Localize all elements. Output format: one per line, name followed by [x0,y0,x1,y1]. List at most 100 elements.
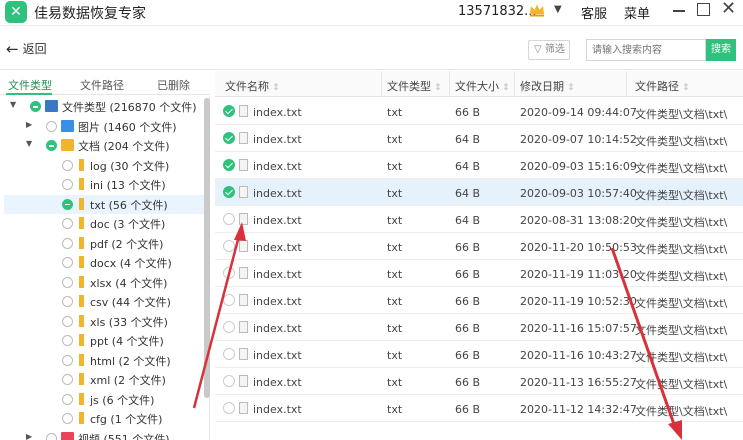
table-row[interactable]: index.txt txt 66 B 2020-09-14 09:44:07 文件类型\… [215,98,743,125]
table-row[interactable]: index.txt txt 66 B 2020-11-16 10:43:27 文件类型\… [215,341,743,368]
tree-item-checkbox[interactable] [62,393,73,405]
tree-item[interactable]: docx (4 个文件) [4,253,204,272]
tree-item-checkbox[interactable] [62,374,73,385]
table-row[interactable]: index.txt txt 66 B 2020-11-12 14:32:47 文件类型\… [215,395,743,422]
tree-item[interactable]: xls (33 个文件) [4,312,204,331]
tree-item-checkbox[interactable] [62,335,73,346]
cell-modified-date: 2020-09-03 15:16:09 [520,160,637,173]
tab-deleted[interactable]: 已删除 [157,77,190,93]
tree-item-checkbox[interactable] [62,315,73,327]
sort-icon[interactable]: ⇕ [434,83,442,93]
tree-item[interactable]: ini (13 个文件) [4,175,204,194]
row-checkbox[interactable] [223,294,235,306]
row-checkbox[interactable] [223,105,235,117]
sort-icon[interactable]: ⇕ [272,83,280,93]
maximize-icon[interactable] [697,3,710,16]
sort-icon[interactable]: ⇕ [567,83,575,93]
table-row[interactable]: index.txt txt 64 B 2020-09-03 10:57:40 文件类型\… [215,179,743,206]
table-row[interactable]: index.txt txt 64 B 2020-09-07 10:14:52 文件类型\… [215,125,743,152]
expanded-chevron-icon[interactable]: ▼ [10,100,20,109]
tree-item[interactable]: log (30 个文件) [4,156,204,175]
back-button[interactable]: ← 返回 [6,40,47,58]
table-row[interactable]: index.txt txt 66 B 2020-11-16 15:07:57 文件类型\… [215,314,743,341]
col-header-path[interactable]: 文件路径 ⇕ [635,78,690,94]
text-file-icon [239,267,248,279]
table-row[interactable]: index.txt txt 64 B 2020-08-31 13:08:20 文件类型\… [215,206,743,233]
tree-scrollbar[interactable] [204,98,210,398]
col-header-name[interactable]: 文件名称 ⇕ [225,78,280,94]
app-logo-icon: ✕ [5,1,27,23]
row-checkbox[interactable] [223,267,235,279]
row-checkbox[interactable] [223,375,235,387]
row-checkbox[interactable] [223,402,235,414]
tree-item[interactable]: pdf (2 个文件) [4,234,204,253]
column-divider[interactable] [514,71,515,97]
support-button[interactable]: 客服 [581,3,607,22]
col-header-size[interactable]: 文件大小 ⇕ [455,78,510,94]
tree-item[interactable]: xlsx (4 个文件) [4,273,204,292]
tree-item-checkbox[interactable] [62,296,73,307]
col-header-date[interactable]: 修改日期 ⇕ [520,78,575,94]
search-input[interactable] [586,39,706,61]
table-row[interactable]: index.txt txt 66 B 2020-11-13 16:55:27 文件类型\… [215,368,743,395]
tree-item[interactable]: ▶ 图片 (1460 个文件) [4,117,204,136]
tree-item-checkbox[interactable] [46,120,57,132]
menu-button[interactable]: 菜单 [624,3,650,22]
tree-item-checkbox[interactable] [62,237,73,249]
row-checkbox[interactable] [223,186,235,198]
minimize-icon[interactable] [671,0,687,20]
tree-item[interactable]: doc (3 个文件) [4,214,204,233]
tree-item-checkbox[interactable] [62,159,73,171]
tree-item[interactable]: html (2 个文件) [4,351,204,370]
account-phone[interactable]: 13571832... [458,4,537,19]
column-divider[interactable] [381,71,382,97]
tree-item-label: 文件类型 (216870 个文件) [62,101,197,114]
col-header-type[interactable]: 文件类型 ⇕ [387,78,442,94]
tree-item-checkbox[interactable] [62,218,73,229]
column-divider[interactable] [626,71,627,97]
tree-item[interactable]: ▶ 视频 (551 个文件) [4,429,204,440]
table-row[interactable]: index.txt txt 66 B 2020-11-20 10:50:53 文件类型\… [215,233,743,260]
tree-item-checkbox[interactable] [62,354,73,366]
collapsed-chevron-icon[interactable]: ▶ [26,432,36,440]
tab-file-path[interactable]: 文件路径 [80,77,124,93]
folder-icon [79,353,84,366]
tree-item-checkbox[interactable] [62,198,73,210]
tree-item[interactable]: xml (2 个文件) [4,370,204,389]
table-row[interactable]: index.txt txt 64 B 2020-09-03 15:16:09 文件类型\… [215,152,743,179]
tree-item-checkbox[interactable] [30,101,41,112]
tree-item[interactable]: cfg (1 个文件) [4,409,204,428]
tree-item[interactable]: csv (44 个文件) [4,292,204,311]
tree-item[interactable]: ▼ 文档 (204 个文件) [4,136,204,155]
table-row[interactable]: index.txt txt 66 B 2020-11-19 10:52:30 文件类型\… [215,287,743,314]
tree-item-checkbox[interactable] [46,140,57,151]
column-divider[interactable] [449,71,450,97]
row-checkbox[interactable] [223,159,235,171]
row-checkbox[interactable] [223,132,235,144]
cell-file-size: 66 B [455,376,481,389]
tree-item-checkbox[interactable] [62,179,73,190]
table-row[interactable]: index.txt txt 66 B 2020-11-19 11:03:20 文件类型\… [215,260,743,287]
row-checkbox[interactable] [223,321,235,333]
tree-item[interactable]: ▼ 文件类型 (216870 个文件) [4,97,204,116]
expanded-chevron-icon[interactable]: ▼ [26,139,36,148]
tree-item-checkbox[interactable] [62,276,73,288]
tree-item[interactable]: txt (56 个文件) [4,194,204,214]
tab-file-type[interactable]: 文件类型 [8,77,52,93]
tree-item-checkbox[interactable] [46,432,57,440]
cell-file-name: index.txt [253,133,302,146]
filter-button[interactable]: ▽ 筛选 [528,40,570,60]
sort-icon[interactable]: ⇕ [502,83,510,93]
sort-icon[interactable]: ⇕ [682,83,690,93]
collapsed-chevron-icon[interactable]: ▶ [26,120,36,129]
search-button[interactable]: 搜索 [706,39,736,61]
tree-item-checkbox[interactable] [62,413,73,424]
tree-item[interactable]: ppt (4 个文件) [4,331,204,350]
close-icon[interactable]: ✕ [721,0,736,19]
row-checkbox[interactable] [223,348,235,360]
tree-item-checkbox[interactable] [62,257,73,268]
row-checkbox[interactable] [223,213,235,225]
row-checkbox[interactable] [223,240,235,252]
tree-item[interactable]: js (6 个文件) [4,390,204,409]
account-dropdown-icon[interactable]: ▼ [554,4,562,15]
